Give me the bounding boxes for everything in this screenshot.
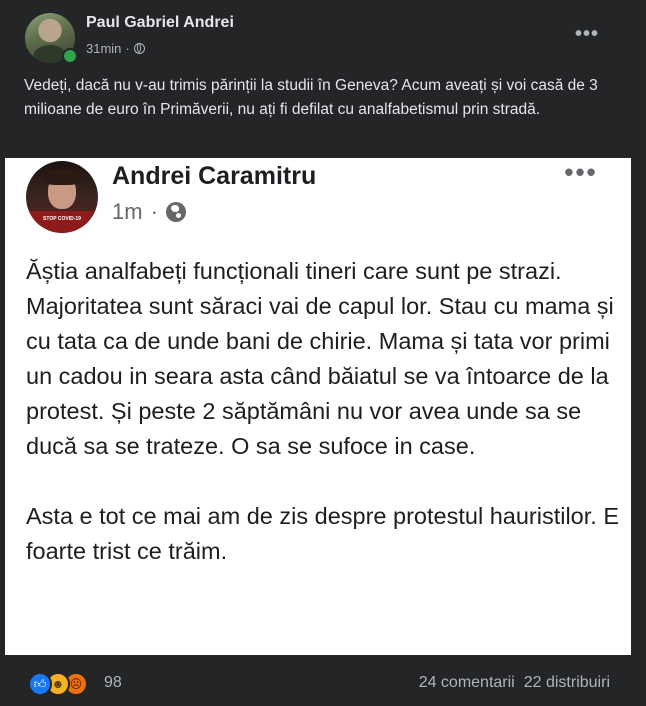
screenshot-author-avatar: STOP COVID-19 [26, 161, 98, 233]
engagement-counts: 24 comentarii 22 distribuiri [419, 674, 610, 692]
screenshot-meta-separator: · [150, 199, 158, 224]
more-options-button[interactable]: ••• [572, 22, 602, 46]
avatar-hair [44, 169, 80, 185]
post-timestamp[interactable]: 31min [86, 41, 121, 56]
shared-screenshot-image[interactable]: STOP COVID-19 Andrei Caramitru 1m · ••• … [5, 158, 631, 655]
screenshot-post-text: Ăștia analfabeți funcționali tineri care… [26, 254, 626, 569]
reaction-count[interactable]: 98 [104, 674, 122, 692]
globe-icon[interactable] [133, 43, 145, 54]
screenshot-paragraph-1: Ăștia analfabeți funcționali tineri care… [26, 258, 614, 459]
globe-icon [165, 202, 186, 222]
screenshot-author-name: Andrei Caramitru [112, 162, 317, 190]
meta-separator: · [125, 41, 130, 56]
comments-count[interactable]: 24 comentarii [419, 674, 515, 692]
more-horizontal-icon: ••• [574, 22, 599, 45]
screenshot-timestamp: 1m [112, 199, 143, 224]
facebook-post: Paul Gabriel Andrei 31min · ••• Vedeți, … [0, 0, 646, 706]
post-caption: Vedeți, dacă nu v-au trimis părinții la … [24, 77, 598, 118]
screenshot-more-icon: ••• [564, 158, 598, 187]
reaction-icons[interactable]: 👍︎ ☻ ☹ [28, 672, 88, 696]
avatar-profile-frame: STOP COVID-19 [26, 211, 98, 233]
post-author-name[interactable]: Paul Gabriel Andrei [86, 14, 234, 32]
shares-count[interactable]: 22 distribuiri [524, 674, 610, 692]
post-footer: 👍︎ ☻ ☹ 98 24 comentarii 22 distribuiri [0, 660, 646, 706]
screenshot-paragraph-2: Asta e tot ce mai am de zis despre prote… [26, 503, 619, 564]
post-meta: 31min · [86, 41, 145, 56]
online-status-dot [62, 48, 78, 64]
screenshot-post-meta: 1m · [112, 199, 186, 225]
like-reaction-icon: 👍︎ [28, 672, 52, 696]
